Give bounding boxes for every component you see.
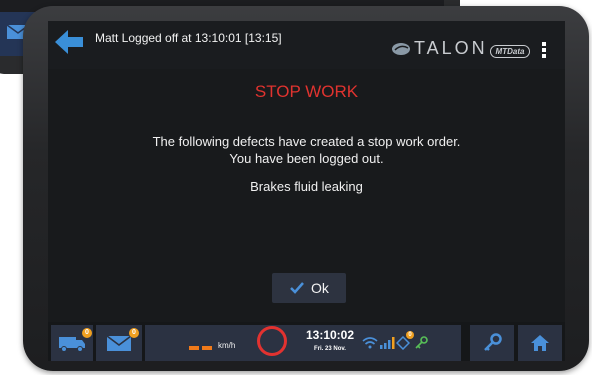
speed-unit: km/h <box>218 341 236 350</box>
brand-name: TALON <box>414 38 488 58</box>
key-button[interactable] <box>470 325 514 361</box>
arrow-left-icon <box>55 30 83 54</box>
speed-display: km/h <box>189 341 235 350</box>
status-message: Matt Logged off at 13:10:01 [13:15] <box>95 31 282 45</box>
dialog-message-line2: You have been logged out. <box>229 151 384 166</box>
home-button[interactable] <box>518 325 562 361</box>
mail-icon <box>106 334 132 351</box>
truck-badge: 0 <box>82 328 92 338</box>
signal-bars-icon <box>380 337 395 349</box>
green-key-icon <box>415 336 428 349</box>
tablet-screen: Matt Logged off at 13:10:01 [13:15] TALO… <box>48 21 565 361</box>
defect-text: Brakes fluid leaking <box>250 179 363 194</box>
speed-limit-ring-icon <box>257 326 287 356</box>
back-button[interactable] <box>53 27 85 57</box>
key-icon <box>484 333 502 351</box>
dialog-message-line1: The following defects have created a sto… <box>152 134 461 149</box>
talon-logo: TALON <box>391 38 488 59</box>
wifi-icon <box>362 337 378 349</box>
mtdata-logo: MTData <box>490 45 530 58</box>
truck-tile[interactable]: 0 <box>51 325 93 361</box>
mail-badge: 0 <box>129 328 139 338</box>
mail-tile[interactable]: 0 <box>96 325 142 361</box>
ok-button-label: Ok <box>311 280 329 296</box>
indicator-badge: 0 <box>406 331 414 339</box>
bottom-status-bar: 0 0 km/h 13:10:02 Fri. 23 Nov. 0 <box>48 322 565 361</box>
tablet-device: Matt Logged off at 13:10:01 [13:15] TALO… <box>23 6 589 371</box>
kebab-menu-icon[interactable] <box>539 41 549 61</box>
header-bar: Matt Logged off at 13:10:01 [13:15] TALO… <box>48 21 565 69</box>
speed-dash-1 <box>189 346 199 350</box>
checkmark-icon <box>290 282 304 294</box>
ok-button[interactable]: Ok <box>272 273 346 303</box>
dialog-title: STOP WORK <box>254 82 359 101</box>
clock-time: 13:10:02 <box>305 328 355 342</box>
clock-date: Fri. 23 Nov. <box>314 346 346 352</box>
speed-dash-2 <box>202 346 212 350</box>
truck-icon <box>59 337 85 352</box>
talon-mark-icon <box>392 42 410 55</box>
home-icon <box>531 335 549 351</box>
stage: Matt Logged off at 13:10:01 [13:15] TALO… <box>0 0 592 375</box>
